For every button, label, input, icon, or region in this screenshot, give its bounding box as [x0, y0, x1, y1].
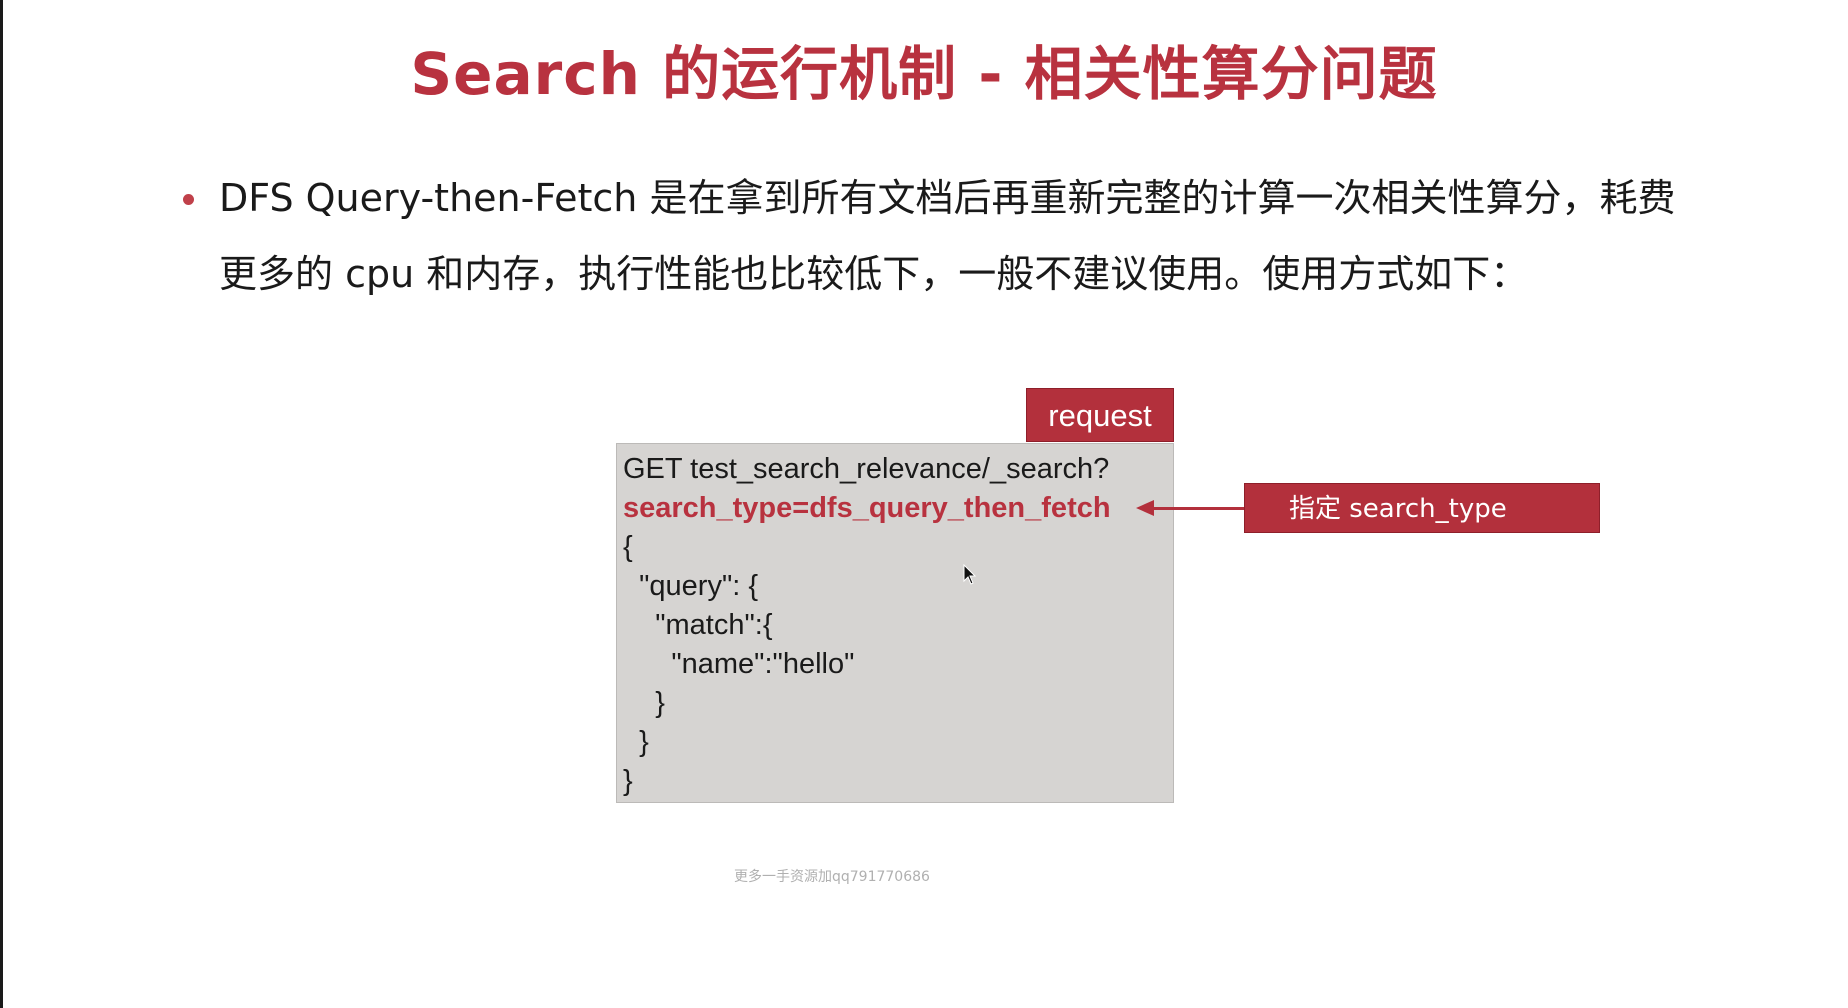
code-line: "query": { [623, 570, 759, 602]
mouse-pointer-icon [963, 564, 977, 585]
code-line-search-type: search_type=dfs_query_then_fetch [623, 492, 1111, 524]
code-line: "match":{ [623, 609, 773, 641]
code-line: { [623, 531, 633, 563]
bullet-text: DFS Query-then-Fetch 是在拿到所有文档后再重新完整的计算一次… [219, 176, 1676, 296]
watermark: 更多一手资源加qq791770686 [734, 869, 930, 885]
code-line: GET test_search_relevance/_search? [623, 453, 1110, 485]
left-border [0, 0, 3, 1008]
slide-title: Search 的运行机制 - 相关性算分问题 [410, 40, 1438, 108]
annotation-search-type: 指定 search_type [1244, 483, 1600, 533]
code-line: } [623, 726, 649, 758]
code-line: "name":"hello" [623, 648, 855, 680]
bullet-dot-icon [183, 194, 194, 205]
code-block: GET test_search_relevance/_search? searc… [616, 443, 1174, 803]
request-tab: request [1026, 388, 1174, 442]
arrow-shaft [1148, 507, 1245, 510]
code-line: } [623, 765, 633, 797]
code-line: } [623, 687, 665, 719]
